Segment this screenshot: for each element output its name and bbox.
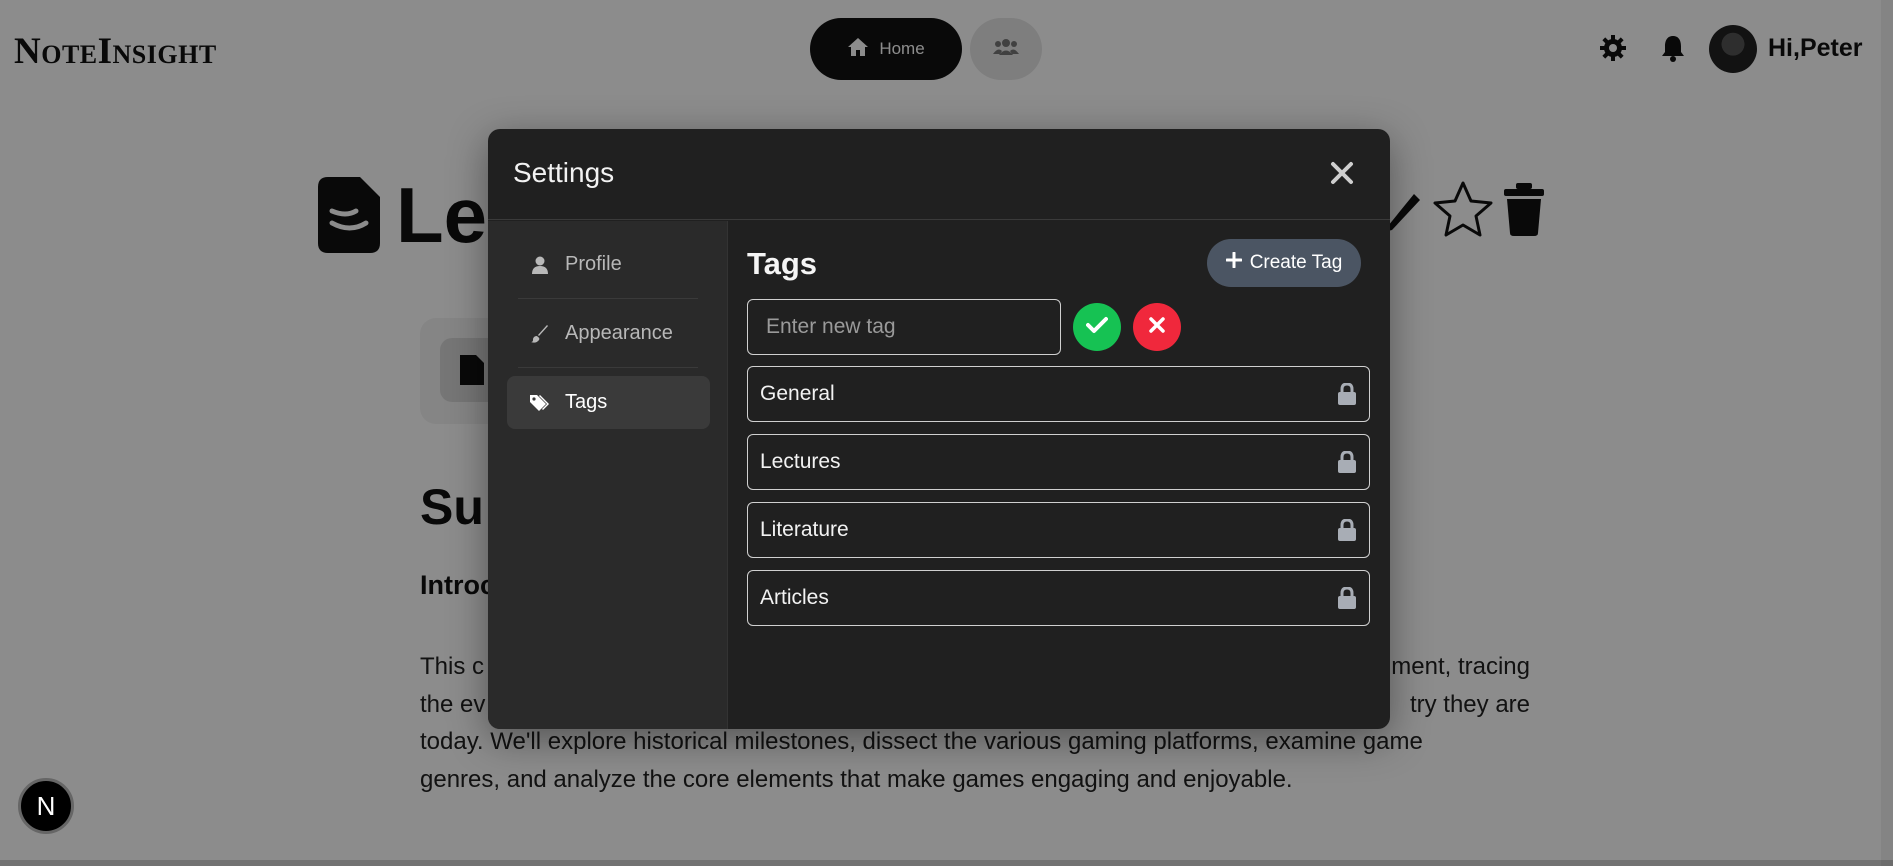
tag-name: Articles	[760, 586, 829, 609]
check-icon	[1086, 316, 1108, 339]
sidebar-divider	[518, 298, 698, 299]
dev-tools-badge[interactable]: N	[18, 778, 74, 834]
confirm-tag-button[interactable]	[1073, 303, 1121, 351]
close-button[interactable]	[1326, 159, 1358, 191]
create-tag-label: Create Tag	[1249, 252, 1343, 273]
plus-icon	[1225, 251, 1243, 274]
page-scrollbar[interactable]	[1881, 0, 1893, 866]
new-tag-input[interactable]	[747, 299, 1061, 355]
sidebar-item-profile[interactable]: Profile	[507, 238, 710, 291]
lock-icon	[1337, 518, 1357, 541]
tag-name: Literature	[760, 518, 849, 541]
settings-modal: Settings Profile Appearance Tags Tags Cr…	[488, 129, 1390, 729]
brush-icon	[529, 323, 551, 345]
sidebar-item-tags[interactable]: Tags	[507, 376, 710, 429]
tag-item[interactable]: Literature	[747, 502, 1370, 558]
sidebar-item-label: Tags	[565, 391, 608, 413]
create-tag-button[interactable]: Create Tag	[1207, 239, 1361, 287]
close-icon	[1149, 316, 1165, 338]
cancel-tag-button[interactable]	[1133, 303, 1181, 351]
close-icon	[1330, 161, 1354, 190]
settings-modal-header: Settings	[488, 129, 1390, 220]
lock-icon	[1337, 586, 1357, 609]
settings-modal-title: Settings	[513, 157, 615, 188]
tags-heading: Tags	[747, 246, 818, 281]
tags-icon	[529, 392, 551, 414]
tag-item[interactable]: Lectures	[747, 434, 1370, 490]
user-icon	[529, 254, 551, 276]
lock-icon	[1337, 382, 1357, 405]
tag-item[interactable]: General	[747, 366, 1370, 422]
tag-name: Lectures	[760, 450, 841, 473]
sidebar-divider	[518, 367, 698, 368]
sidebar-item-label: Profile	[565, 253, 622, 275]
tags-panel: Tags Create Tag General Lectures	[728, 221, 1390, 729]
lock-icon	[1337, 450, 1357, 473]
settings-sidebar: Profile Appearance Tags	[488, 221, 728, 729]
tag-item[interactable]: Articles	[747, 570, 1370, 626]
tag-name: General	[760, 382, 835, 405]
badge-letter: N	[36, 790, 56, 821]
sidebar-item-label: Appearance	[565, 322, 673, 344]
sidebar-item-appearance[interactable]: Appearance	[507, 307, 710, 360]
